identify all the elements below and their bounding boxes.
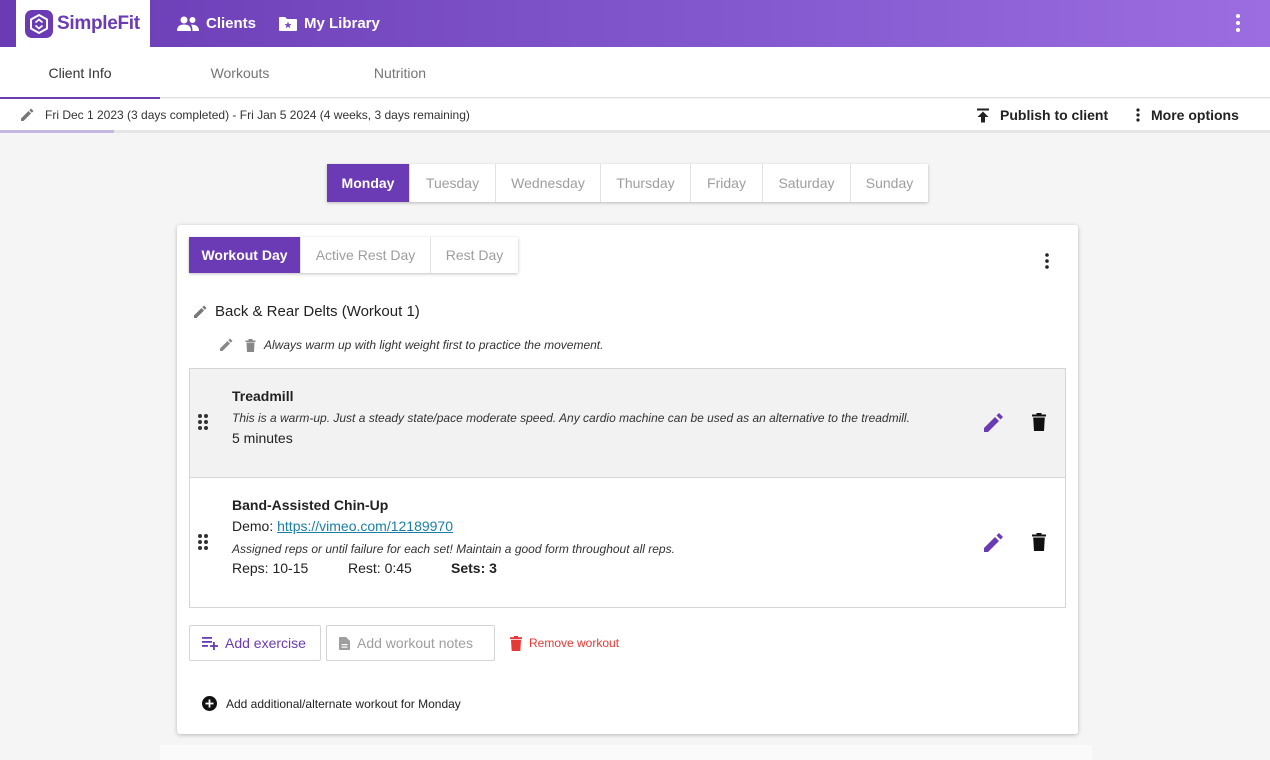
nav-my-library[interactable]: My Library [278,0,380,47]
edit-note-pencil-icon[interactable] [219,338,233,352]
workout-title-row: Back & Rear Delts (Workout 1) [193,303,420,320]
add-exercise-button[interactable]: Add exercise [189,625,321,661]
edit-exercise-pencil-icon[interactable] [983,413,1003,438]
tab-workouts-label: Workouts [210,64,270,81]
program-date-range: Fri Dec 1 2023 (3 days completed) - Fri … [45,108,470,122]
exercise-item: Treadmill This is a warm-up. Just a stea… [189,368,1066,478]
day-wednesday[interactable]: Wednesday [496,164,601,202]
day-label: Saturday [778,175,835,191]
publish-label: Publish to client [1000,107,1109,123]
remove-workout-button[interactable]: Remove workout [510,625,619,661]
program-progress-fill [0,130,115,133]
exercise-name: Band-Assisted Chin-Up [232,497,389,513]
program-progress-bar [0,130,1270,133]
exercise-reps: Reps: 10-15 [232,560,309,576]
publish-to-client-button[interactable]: Publish to client [976,99,1108,131]
card-footer-strip [160,745,1092,760]
more-options-label: More options [1151,107,1239,123]
demo-link[interactable]: https://vimeo.com/12189970 [277,518,453,534]
workout-card: Workout Day Active Rest Day Rest Day Bac… [177,225,1078,734]
exercise-demo: Demo: https://vimeo.com/12189970 [232,518,453,534]
weekday-selector: Monday Tuesday Wednesday Thursday Friday… [327,164,928,202]
delete-exercise-trash-icon[interactable] [1032,413,1046,436]
delete-exercise-trash-icon[interactable] [1032,533,1046,556]
day-type-label: Workout Day [201,247,288,263]
client-tabs: Client Info Workouts Nutrition [0,47,1270,99]
more-options-button[interactable]: More options [1135,99,1239,131]
exercise-item: Band-Assisted Chin-Up Demo: https://vime… [189,477,1066,608]
app-menu-icon[interactable] [1236,14,1240,37]
day-label: Wednesday [511,175,585,191]
day-label: Tuesday [425,175,480,191]
day-label: Friday [707,175,746,191]
demo-label: Demo: [232,518,274,534]
edit-title-pencil-icon[interactable] [193,305,207,319]
nav-clients-label: Clients [206,15,257,32]
add-exercise-label: Add exercise [225,635,306,651]
workout-note-row: Always warm up with light weight first t… [219,338,603,352]
logo-icon [25,9,53,38]
drag-handle-icon[interactable] [197,413,209,436]
exercise-description: This is a warm-up. Just a steady state/p… [232,411,910,425]
more-vert-icon [1136,108,1140,122]
tab-nutrition-label: Nutrition [373,64,427,81]
day-saturday[interactable]: Saturday [763,164,851,202]
edit-dates-pencil-icon[interactable] [20,108,34,122]
add-circle-icon [202,696,217,711]
top-app-bar: SimpleFit Clients My Library [0,0,1270,47]
add-workout-notes-button[interactable]: Add workout notes [326,625,495,661]
workout-menu-icon[interactable] [1044,253,1050,274]
day-friday[interactable]: Friday [691,164,763,202]
day-sunday[interactable]: Sunday [851,164,928,202]
day-label: Sunday [865,175,914,191]
nav-my-library-label: My Library [304,15,380,32]
document-icon [339,636,350,650]
app-logo[interactable]: SimpleFit [16,0,150,47]
day-type-label: Active Rest Day [315,247,416,263]
day-type-workout[interactable]: Workout Day [189,237,301,273]
delete-note-trash-icon[interactable] [245,338,256,352]
add-alternate-workout-button[interactable]: Add additional/alternate workout for Mon… [202,696,461,711]
playlist-add-icon [202,637,218,650]
exercise-name: Treadmill [232,388,294,404]
tab-workouts[interactable]: Workouts [160,47,320,98]
day-label: Monday [341,175,395,191]
day-monday[interactable]: Monday [327,164,410,202]
trash-icon [510,635,522,651]
add-alternate-workout-label: Add additional/alternate workout for Mon… [226,696,461,711]
people-icon [177,16,199,31]
day-tuesday[interactable]: Tuesday [410,164,496,202]
publish-icon [977,108,989,122]
day-thursday[interactable]: Thursday [601,164,691,202]
nav-clients[interactable]: Clients [176,0,256,47]
workout-note: Always warm up with light weight first t… [264,338,604,352]
add-workout-notes-label: Add workout notes [357,635,473,651]
day-type-rest[interactable]: Rest Day [431,237,518,273]
day-label: Thursday [616,175,675,191]
tab-nutrition[interactable]: Nutrition [320,47,480,98]
day-type-selector: Workout Day Active Rest Day Rest Day [189,237,518,273]
app-name: SimpleFit [57,12,140,34]
day-type-label: Rest Day [445,247,504,263]
folder-star-icon [279,16,297,31]
exercise-sets: Sets: 3 [451,560,497,576]
exercise-rest: Rest: 0:45 [348,560,412,576]
day-type-active-rest[interactable]: Active Rest Day [301,237,431,273]
exercise-description: Assigned reps or until failure for each … [232,542,675,556]
exercise-duration: 5 minutes [232,430,293,446]
tab-client-info-label: Client Info [48,64,112,81]
remove-workout-label: Remove workout [529,636,620,650]
drag-handle-icon[interactable] [197,533,209,556]
program-date-bar: Fri Dec 1 2023 (3 days completed) - Fri … [0,99,1270,131]
tab-client-info[interactable]: Client Info [0,47,160,99]
workout-title: Back & Rear Delts (Workout 1) [215,303,420,320]
edit-exercise-pencil-icon[interactable] [983,533,1003,558]
